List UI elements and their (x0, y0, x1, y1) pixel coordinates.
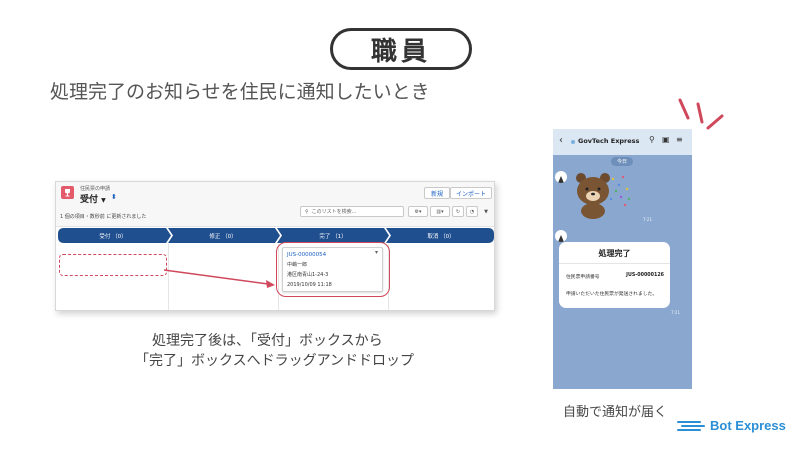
drag-arrow (163, 269, 275, 288)
bot-avatar (555, 230, 567, 242)
bot-avatar (555, 171, 567, 183)
message-time: 7:21 (643, 217, 652, 222)
auto-notify-caption: 自動で通知が届く (563, 405, 668, 420)
chat-title: GovTech Express (578, 137, 640, 145)
search-icon[interactable]: ⚲ (649, 135, 655, 144)
role-badge: 職員 (330, 28, 472, 70)
note-icon[interactable]: ▣ (662, 135, 670, 144)
brand-name: Bot Express (710, 418, 786, 433)
crm-kanban-panel: 住民票の申請 受付 ▼ ⬍ 1 個の項目・数秒前 に更新されました 新規 インポ… (55, 181, 495, 311)
brand-logo: Bot Express (676, 418, 786, 433)
instruction-line-2: 「完了」ボックスへドラッグアンドドロップ (135, 353, 415, 369)
page-headline: 処理完了のお知らせを住民に通知したいとき (50, 81, 430, 103)
application-number-label: 住民票申請番号 (566, 275, 600, 280)
brand-lines-icon (677, 420, 705, 431)
status-dot (571, 140, 575, 144)
card-message: 申請いただいた住民票が発送されました。 (566, 292, 658, 297)
role-label: 職員 (370, 36, 431, 67)
application-number-value: JUS-00000126 (626, 273, 664, 278)
message-time: 7:21 (671, 310, 680, 315)
back-arrow-icon[interactable]: ‹ (559, 135, 563, 146)
phone-chat-screen: ‹ GovTech Express ⚲ ▣ ≡ 今日 7:21 処理完了 住民票… (553, 129, 692, 389)
date-badge: 今日 (611, 157, 633, 166)
chat-header: ‹ GovTech Express ⚲ ▣ ≡ (553, 129, 692, 155)
card-title: 処理完了 (598, 249, 631, 258)
completion-message-card[interactable]: 処理完了 住民票申請番号 JUS-00000126 申請いただいた住民票が発送さ… (559, 242, 670, 308)
bear-sticker (576, 173, 631, 219)
menu-icon[interactable]: ≡ (676, 135, 683, 144)
divider (559, 263, 670, 264)
instruction-line-1: 処理完了後は、「受付」ボックスから (152, 333, 383, 349)
